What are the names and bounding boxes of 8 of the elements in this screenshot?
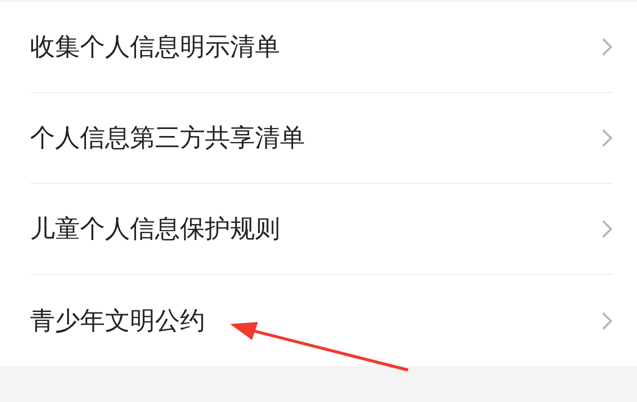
menu-item[interactable]: 青少年文明公约 [30, 302, 205, 340]
chevron-right-icon [601, 128, 613, 148]
chevron-right-icon [601, 37, 613, 57]
menu-item[interactable]: 个人信息第三方共享清单 [30, 119, 305, 157]
menu-item[interactable]: 收集个人信息明示清单 [30, 28, 280, 66]
chevron-right-icon [601, 219, 613, 239]
chevron-right-icon [601, 310, 613, 330]
menu-item[interactable]: 儿童个人信息保护规则 [30, 210, 280, 248]
